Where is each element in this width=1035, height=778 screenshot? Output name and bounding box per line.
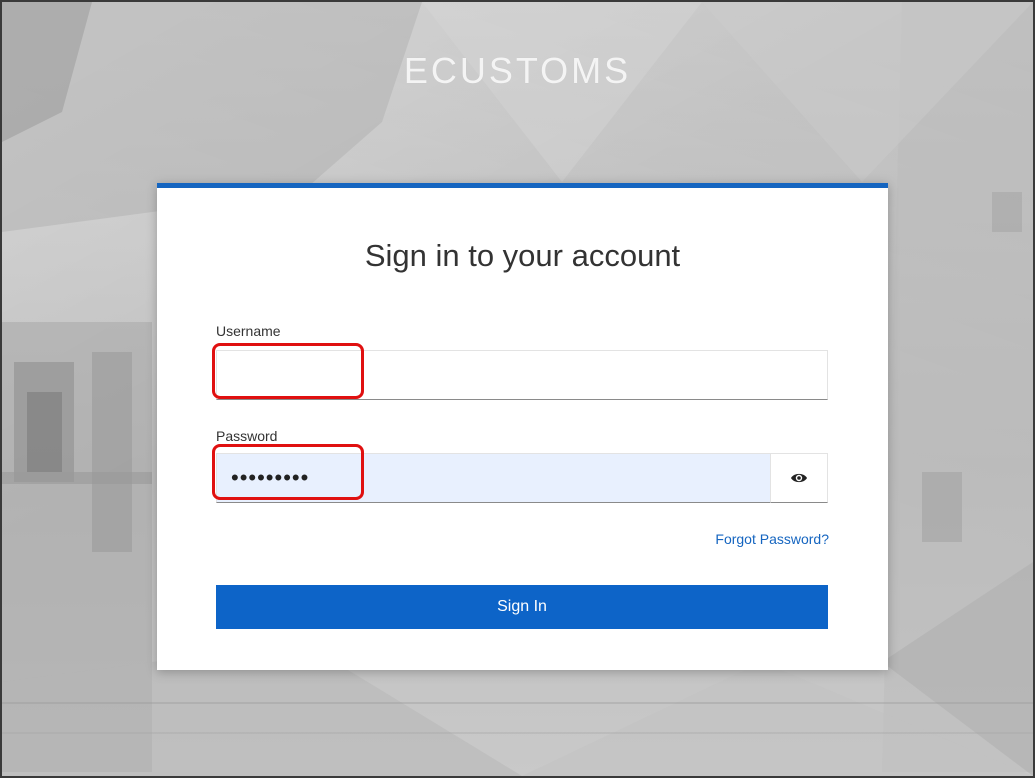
forgot-password-link[interactable]: Forgot Password?: [715, 531, 829, 547]
page-background: ECUSTOMS Sign in to your account Usernam…: [0, 0, 1035, 778]
username-label: Username: [216, 323, 281, 339]
password-input[interactable]: [216, 453, 770, 503]
brand-title: ECUSTOMS: [403, 50, 632, 91]
sign-in-button[interactable]: Sign In: [216, 585, 828, 629]
show-password-button[interactable]: [770, 453, 828, 503]
password-label: Password: [216, 428, 278, 444]
username-input[interactable]: [216, 350, 828, 400]
login-title: Sign in to your account: [364, 238, 681, 273]
eye-icon: [791, 473, 807, 483]
login-card: Sign in to your account Username Passwor…: [157, 183, 888, 670]
